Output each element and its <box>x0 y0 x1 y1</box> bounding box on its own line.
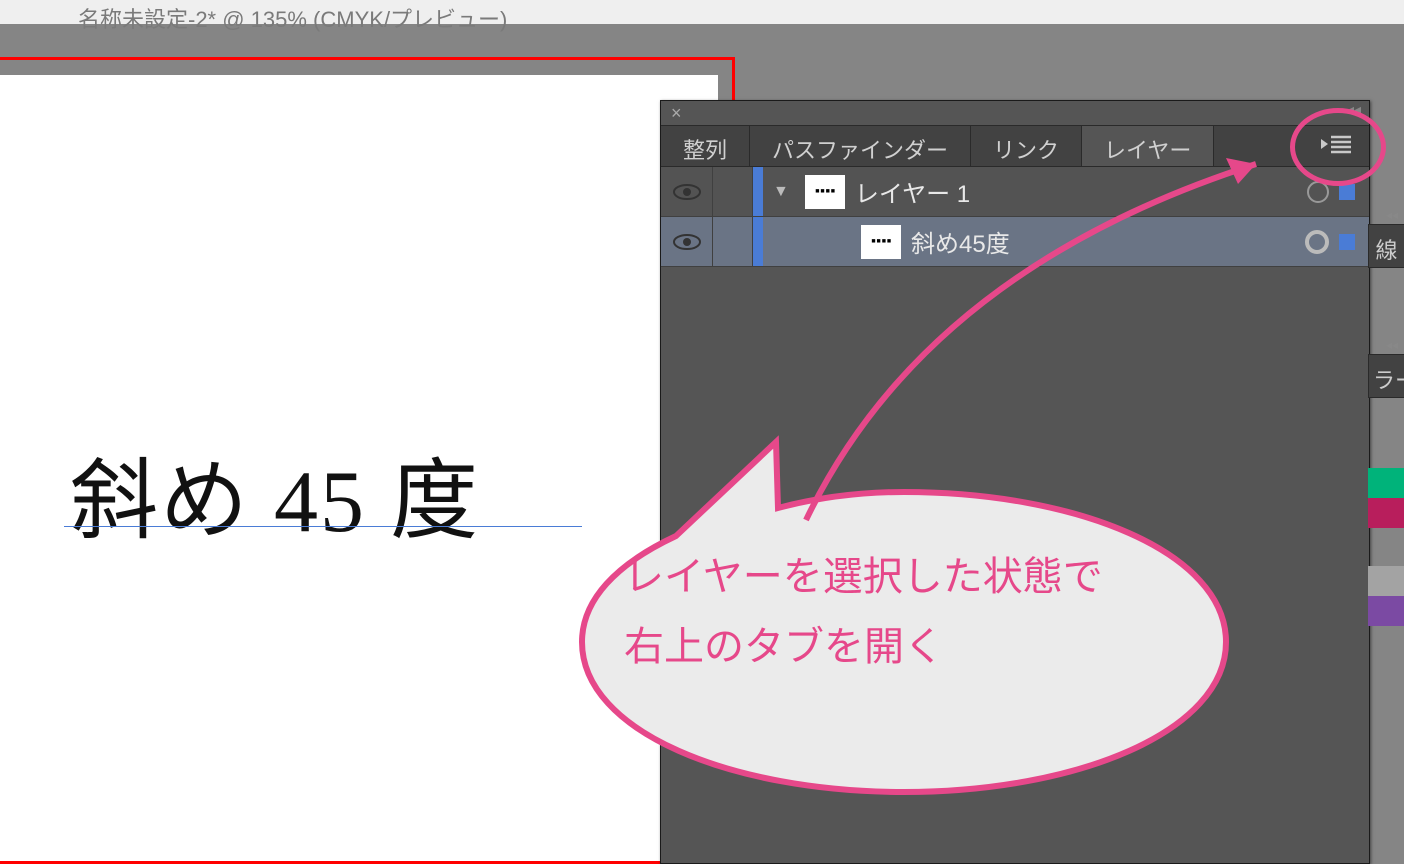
layer-name[interactable]: 斜め45度 <box>911 224 1305 259</box>
annotation-line1: レイヤーを選択した状態で <box>624 542 1103 612</box>
layer-row-child[interactable]: ■ ■ ■ ■ 斜め45度 <box>661 217 1369 267</box>
panel-expand-arrows-icon[interactable]: ◂◂ <box>1368 338 1404 352</box>
layer-row-parent[interactable]: ▼ ■ ■ ■ ■ レイヤー 1 <box>661 167 1369 217</box>
tab-layers[interactable]: レイヤー <box>1082 126 1214 166</box>
annotation-text: レイヤーを選択した状態で 右上のタブを開く <box>624 542 1103 682</box>
selection-indicator[interactable] <box>1339 234 1355 250</box>
annotation-callout: レイヤーを選択した状態で 右上のタブを開く <box>546 432 1262 804</box>
layer-color-indicator <box>753 217 763 266</box>
color-swatch[interactable] <box>1368 498 1404 528</box>
tab-align[interactable]: 整列 <box>661 126 750 166</box>
color-swatch[interactable] <box>1368 468 1404 498</box>
color-swatch[interactable] <box>1368 566 1404 596</box>
lock-toggle[interactable] <box>713 167 753 216</box>
target-icon[interactable] <box>1307 181 1329 203</box>
close-icon[interactable]: × <box>671 103 682 124</box>
eye-icon <box>672 183 702 201</box>
canvas-text-object[interactable]: 斜め 45 度 <box>70 430 480 557</box>
side-panel-stroke[interactable]: 線 <box>1368 224 1404 268</box>
color-swatch[interactable] <box>1368 596 1404 626</box>
lock-toggle[interactable] <box>713 217 753 266</box>
layer-name[interactable]: レイヤー 1 <box>855 174 1307 209</box>
layer-color-indicator <box>753 167 763 216</box>
panel-expand-arrows-icon[interactable]: ◂◂ <box>1368 208 1404 222</box>
eye-icon <box>672 233 702 251</box>
target-icon[interactable] <box>1305 230 1329 254</box>
panel-collapse-arrows-icon[interactable]: ◂◂ <box>1347 101 1361 118</box>
visibility-toggle[interactable] <box>661 167 713 216</box>
visibility-toggle[interactable] <box>661 217 713 266</box>
disclosure-triangle-icon[interactable]: ▼ <box>773 183 789 201</box>
annotation-line2: 右上のタブを開く <box>624 612 1103 682</box>
layer-thumbnail: ■ ■ ■ ■ <box>861 225 901 259</box>
layer-thumbnail: ■ ■ ■ ■ <box>805 175 845 209</box>
panel-menu-button[interactable] <box>1321 133 1351 155</box>
collapsed-side-panels: ◂◂ 線 ◂◂ ラー <box>1368 208 1404 626</box>
tab-pathfinder[interactable]: パスファインダー <box>750 126 971 166</box>
selection-indicator[interactable] <box>1339 184 1355 200</box>
text-baseline <box>64 526 582 527</box>
color-swatches <box>1368 468 1404 626</box>
tab-links[interactable]: リンク <box>971 126 1082 166</box>
panel-tabs: 整列 パスファインダー リンク レイヤー <box>661 125 1369 167</box>
document-title: 名称未設定-2* @ 135% (CMYK/プレビュー) <box>70 0 1404 24</box>
side-panel-color[interactable]: ラー <box>1368 354 1404 398</box>
